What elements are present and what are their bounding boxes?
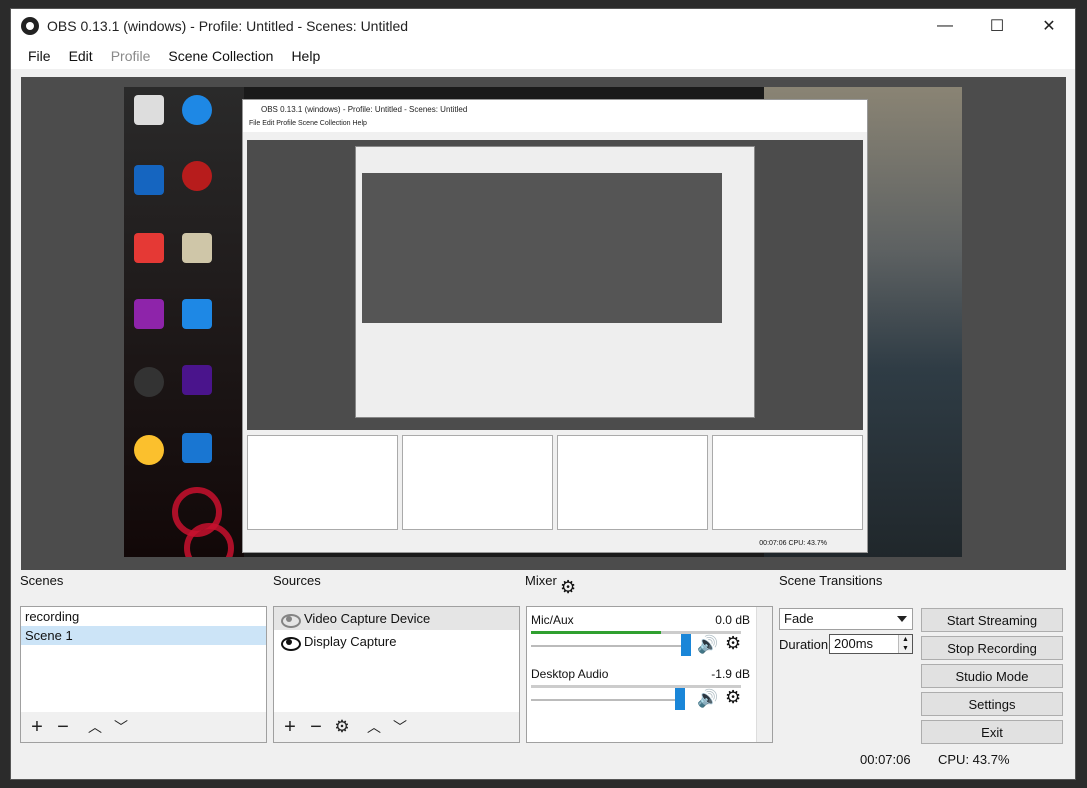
spin-arrows-icon[interactable]: ▲ ▼ [898, 635, 912, 653]
cpu-usage: CPU: 43.7% [938, 752, 1010, 767]
source-label: Display Capture [304, 634, 397, 649]
exit-button[interactable]: Exit [921, 720, 1063, 744]
preview-canvas[interactable]: OBS 0.13.1 (windows) - Profile: Untitled… [124, 87, 962, 557]
add-source-button[interactable]: + [278, 715, 302, 739]
channel-name: Desktop Audio [531, 667, 609, 681]
close-button[interactable]: ✕ [1023, 9, 1075, 43]
recycle-bin-icon [134, 95, 164, 125]
nested-window-title: OBS 0.13.1 (windows) - Profile: Untitled… [243, 100, 867, 120]
recording-time: 00:07:06 [860, 752, 911, 767]
scene-up-button[interactable]: ︿ [83, 715, 107, 739]
nested-status: 00:07:06 CPU: 43.7% [243, 536, 867, 552]
user-icon [182, 299, 212, 329]
document-icon [182, 233, 212, 263]
transitions-label: Scene Transitions [779, 573, 883, 588]
nested-inner-preview [362, 173, 722, 323]
mixer-channel-desktop-audio: Desktop Audio -1.9 dB 🔊 ⚙ [527, 665, 772, 717]
nested-panels [247, 435, 863, 530]
mixer-settings-gear-icon[interactable]: ⚙ [560, 577, 576, 598]
source-up-button[interactable]: ︿ [362, 715, 386, 739]
stop-recording-button[interactable]: Stop Recording [921, 636, 1063, 660]
sources-panel: Video Capture Device Display Capture + −… [273, 606, 520, 743]
channel-settings-gear-icon[interactable]: ⚙ [725, 687, 741, 708]
menu-profile[interactable]: Profile [102, 48, 160, 64]
duration-label: Duration [779, 637, 829, 652]
desktop-background [124, 87, 244, 557]
settings-button[interactable]: Settings [921, 692, 1063, 716]
volume-meter [531, 685, 741, 688]
mixer-channel-mic-aux: Mic/Aux 0.0 dB 🔊 ⚙ [527, 611, 772, 663]
overwolf-icon [182, 161, 212, 191]
transition-value: Fade [784, 611, 814, 626]
walmart-icon [182, 433, 212, 463]
scene-item-recording[interactable]: recording [21, 607, 266, 626]
title-bar: OBS 0.13.1 (windows) - Profile: Untitled… [11, 9, 1075, 43]
preview-area: OBS 0.13.1 (windows) - Profile: Untitled… [21, 77, 1066, 570]
duration-value: 200ms [834, 636, 874, 651]
add-scene-button[interactable]: + [25, 715, 49, 739]
mixer-panel: Mic/Aux 0.0 dB 🔊 ⚙ Desktop Audio -1.9 dB… [526, 606, 773, 743]
window-title: OBS 0.13.1 (windows) - Profile: Untitled… [47, 18, 409, 34]
nested-mixer-panel [557, 435, 708, 530]
maximize-button[interactable]: ☐ [971, 9, 1023, 43]
volume-meter [531, 631, 741, 634]
sources-label: Sources [273, 573, 321, 588]
scenes-toolbar: + − ︿ ﹀ [21, 712, 266, 742]
channel-name: Mic/Aux [531, 613, 574, 627]
nested-preview [247, 140, 863, 430]
connected-drive-icon [134, 165, 164, 195]
nested-menu: File Edit Profile Scene Collection Help [243, 120, 867, 132]
menu-bar: File Edit Profile Scene Collection Help [11, 43, 1075, 69]
menu-file[interactable]: File [19, 48, 60, 64]
nested-obs-window: OBS 0.13.1 (windows) - Profile: Untitled… [242, 99, 868, 553]
nested-transitions-panel [712, 435, 863, 530]
duration-spinbox[interactable]: 200ms ▲ ▼ [829, 634, 913, 654]
minimize-button[interactable]: — [919, 9, 971, 43]
studio-mode-button[interactable]: Studio Mode [921, 664, 1063, 688]
source-video-capture-device[interactable]: Video Capture Device [274, 607, 519, 630]
remove-source-button[interactable]: − [304, 715, 328, 739]
scenes-panel: recording Scene 1 + − ︿ ﹀ [20, 606, 267, 743]
volume-slider[interactable] [531, 699, 681, 701]
scene-item-scene-1[interactable]: Scene 1 [21, 626, 266, 645]
menu-help[interactable]: Help [282, 48, 329, 64]
volume-slider-thumb[interactable] [681, 634, 691, 656]
menu-edit[interactable]: Edit [60, 48, 102, 64]
meter-fill [531, 631, 662, 634]
visibility-eye-icon[interactable] [280, 610, 301, 628]
mute-speaker-icon[interactable]: 🔊 [697, 689, 718, 709]
sources-toolbar: + − ⚙ ︿ ﹀ [274, 712, 519, 742]
mixer-scrollbar[interactable] [756, 607, 772, 742]
transition-select[interactable]: Fade [779, 608, 913, 630]
connected-photo-icon [134, 299, 164, 329]
source-down-button[interactable]: ﹀ [388, 715, 412, 739]
chevron-down-icon [897, 616, 907, 622]
nested-scenes-panel [247, 435, 398, 530]
obs-logo-icon [21, 17, 39, 35]
scene-down-button[interactable]: ﹀ [109, 715, 133, 739]
volume-slider[interactable] [531, 645, 681, 647]
volume-slider-thumb[interactable] [675, 688, 685, 710]
source-label: Video Capture Device [304, 611, 431, 626]
mixer-label: Mixer [525, 573, 557, 588]
chrome-icon [134, 435, 164, 465]
nested-sources-panel [402, 435, 553, 530]
scenes-label: Scenes [20, 573, 64, 588]
channel-db: -1.9 dB [711, 667, 750, 681]
remove-scene-button[interactable]: − [51, 715, 75, 739]
mute-speaker-icon[interactable]: 🔊 [697, 635, 718, 655]
visibility-eye-icon[interactable] [280, 633, 301, 651]
menu-scene-collection[interactable]: Scene Collection [159, 48, 282, 64]
nested-inner-window [355, 146, 755, 418]
channel-settings-gear-icon[interactable]: ⚙ [725, 633, 741, 654]
help-icon [182, 95, 212, 125]
game-capture-icon [134, 367, 164, 397]
source-display-capture[interactable]: Display Capture [274, 630, 519, 653]
channel-db: 0.0 dB [715, 613, 750, 627]
connected-music-icon [134, 233, 164, 263]
source-properties-gear-icon[interactable]: ⚙ [330, 715, 354, 739]
start-streaming-button[interactable]: Start Streaming [921, 608, 1063, 632]
vudu-icon [182, 365, 212, 395]
